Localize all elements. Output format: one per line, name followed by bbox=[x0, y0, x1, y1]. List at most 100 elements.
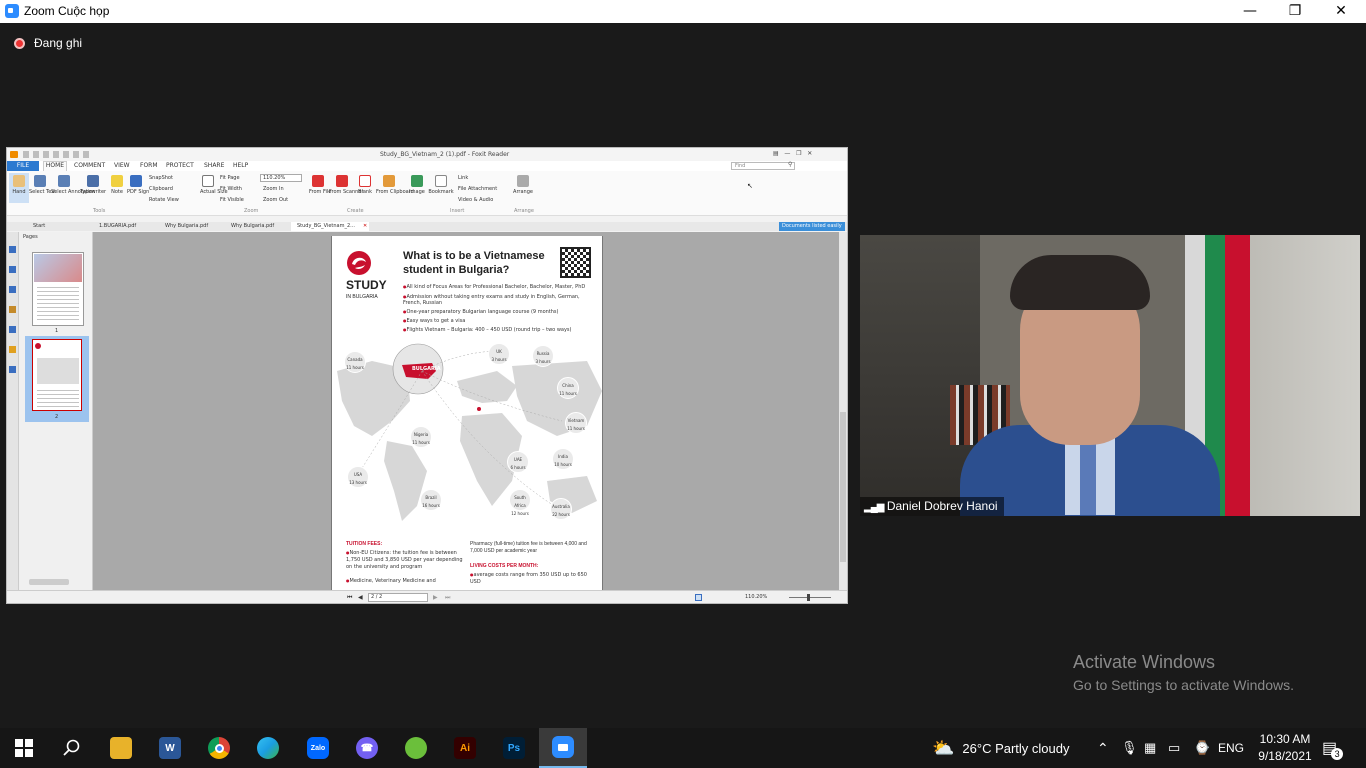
taskbar-edge[interactable] bbox=[244, 728, 292, 768]
taskbar-photoshop[interactable]: Ps bbox=[490, 728, 538, 768]
map-bulgaria-label: BULGARIA bbox=[412, 366, 441, 372]
page-thumbnail-2-selected[interactable]: 2 bbox=[25, 336, 89, 422]
arrange-icon bbox=[517, 175, 529, 187]
minimize-button[interactable]: — bbox=[1227, 0, 1273, 23]
page-number-input[interactable]: 2 / 2 bbox=[368, 593, 428, 602]
battery-icon[interactable]: ▭ bbox=[1168, 728, 1180, 768]
menu-home[interactable]: HOME bbox=[43, 161, 67, 171]
comments-nav-icon[interactable] bbox=[9, 306, 16, 313]
pdf-sign-tool[interactable]: PDF Sign bbox=[127, 175, 149, 195]
find-input[interactable]: Find bbox=[731, 162, 795, 170]
bookmarks-nav-icon[interactable] bbox=[9, 266, 16, 273]
taskbar-zalo[interactable]: Zalo bbox=[294, 728, 342, 768]
taskbar-zoom-active[interactable] bbox=[539, 728, 587, 768]
tab-bugaria[interactable]: 1.BUGARIA.pdf bbox=[99, 223, 136, 229]
image-button[interactable]: Image bbox=[408, 175, 426, 195]
bookmark-button[interactable]: Bookmark bbox=[428, 175, 454, 195]
menu-comment[interactable]: COMMENT bbox=[74, 162, 105, 169]
security-nav-icon[interactable] bbox=[9, 346, 16, 353]
word-icon: W bbox=[159, 737, 181, 759]
screen-share-icon[interactable]: ▦ bbox=[1144, 728, 1156, 768]
single-page-view-icon[interactable] bbox=[695, 594, 702, 601]
layers-nav-icon[interactable] bbox=[9, 286, 16, 293]
tab-why-bulgaria-2[interactable]: Why Bulgaria.pdf bbox=[231, 223, 274, 229]
start-button[interactable] bbox=[0, 728, 48, 768]
menu-file[interactable]: FILE bbox=[7, 161, 39, 171]
link-button[interactable]: Link bbox=[458, 175, 468, 181]
search-button[interactable] bbox=[48, 728, 96, 768]
menu-share[interactable]: SHARE bbox=[204, 162, 224, 169]
foxit-title-bar: Study_BG_Vietnam_2 (1).pdf - Foxit Reade… bbox=[7, 148, 847, 161]
from-scanner-button[interactable]: From Scanner bbox=[329, 175, 363, 195]
participant-video[interactable] bbox=[860, 235, 1360, 516]
snapshot-button[interactable]: SnapShot bbox=[149, 175, 173, 181]
previous-page-button[interactable]: ◀ bbox=[358, 594, 363, 601]
clock[interactable]: 10:30 AM 9/18/2021 bbox=[1252, 728, 1318, 768]
fit-width-button[interactable]: Fit Width bbox=[220, 186, 242, 192]
search-icon[interactable]: ⚲ bbox=[788, 161, 792, 168]
zoom-select[interactable]: 110.20% bbox=[260, 174, 302, 182]
hand-tool[interactable]: Hand bbox=[9, 173, 29, 203]
microphone-icon[interactable]: 🎙 bbox=[1121, 728, 1138, 768]
menu-protect[interactable]: PROTECT bbox=[166, 162, 194, 169]
language-indicator[interactable]: ENG bbox=[1218, 728, 1244, 768]
taskbar-word[interactable]: W bbox=[146, 728, 194, 768]
close-tab-icon[interactable]: ✕ bbox=[363, 223, 367, 229]
taskbar-viber[interactable]: ☎ bbox=[343, 728, 391, 768]
zoom-slider-thumb[interactable] bbox=[807, 594, 810, 601]
foxit-document-title: Study_BG_Vietnam_2 (1).pdf - Foxit Reade… bbox=[380, 151, 510, 158]
menu-view[interactable]: VIEW bbox=[114, 162, 130, 169]
signatures-nav-icon[interactable] bbox=[9, 366, 16, 373]
foxit-window-controls[interactable]: ▤ — ❐ ✕ bbox=[773, 150, 812, 157]
weather-widget[interactable]: ⛅ 26°C Partly cloudy bbox=[932, 728, 1070, 768]
select-text-tool[interactable]: Select Text bbox=[29, 175, 56, 195]
rotate-view-button[interactable]: Rotate View bbox=[149, 197, 179, 203]
fit-page-button[interactable]: Fit Page bbox=[220, 175, 240, 181]
from-file-button[interactable]: From File bbox=[309, 175, 331, 195]
blank-button[interactable]: Blank bbox=[357, 175, 373, 195]
actual-size-button[interactable]: Actual Size bbox=[200, 175, 228, 195]
attachments-nav-icon[interactable] bbox=[9, 326, 16, 333]
vertical-scrollbar[interactable] bbox=[839, 232, 847, 590]
scroll-thumb[interactable] bbox=[840, 412, 846, 562]
clipboard-button[interactable]: Clipboard bbox=[149, 186, 173, 192]
notifications-button[interactable]: ▤ 3 bbox=[1322, 728, 1344, 768]
from-clipboard-button[interactable]: From Clipboard bbox=[376, 175, 414, 195]
pages-panel-scrollbar[interactable] bbox=[29, 579, 69, 585]
folder-icon bbox=[110, 737, 132, 759]
zoom-out-button[interactable]: Zoom Out bbox=[263, 197, 288, 203]
tab-study-bg-vietnam[interactable]: Study_BG_Vietnam_2... bbox=[291, 222, 369, 231]
taskbar-chrome[interactable] bbox=[195, 728, 243, 768]
page-thumbnail-1[interactable] bbox=[32, 252, 84, 326]
tabs-right-badge[interactable]: Documents listed easily bbox=[779, 222, 845, 231]
group-label-insert: Insert bbox=[450, 208, 465, 214]
pages-nav-icon[interactable] bbox=[9, 246, 16, 253]
arrange-button[interactable]: Arrange bbox=[512, 175, 534, 195]
taskbar-illustrator[interactable]: Ai bbox=[441, 728, 489, 768]
tab-start[interactable]: Start bbox=[33, 223, 45, 229]
city-canada: Canada 11 hours bbox=[344, 351, 366, 373]
wifi-icon[interactable]: ⌚ bbox=[1194, 728, 1210, 768]
fit-visible-button[interactable]: Fit Visible bbox=[220, 197, 244, 203]
close-button[interactable]: ✕ bbox=[1318, 0, 1364, 23]
taskbar-file-explorer[interactable] bbox=[97, 728, 145, 768]
file-attachment-button[interactable]: File Attachment bbox=[458, 186, 497, 192]
select-annotation-tool[interactable]: Select Annotation bbox=[51, 175, 95, 195]
zoom-in-button[interactable]: Zoom In bbox=[263, 186, 284, 192]
bookmark-icon bbox=[435, 175, 447, 187]
restore-button[interactable]: ❐ bbox=[1272, 0, 1318, 23]
first-page-button[interactable]: ⏮ bbox=[347, 594, 352, 602]
zoom-slider[interactable] bbox=[789, 597, 831, 598]
note-tool[interactable]: Note bbox=[109, 175, 125, 195]
menu-help[interactable]: HELP bbox=[233, 162, 248, 169]
taskbar-coccoc[interactable] bbox=[392, 728, 440, 768]
menu-form[interactable]: FORM bbox=[140, 162, 158, 169]
quick-access-toolbar[interactable] bbox=[23, 151, 93, 158]
status-zoom-value[interactable]: 110.20% bbox=[745, 594, 767, 600]
show-hidden-icons-chevron-icon[interactable]: ⌃ bbox=[1097, 728, 1109, 768]
tab-why-bulgaria-1[interactable]: Why Bulgaria.pdf bbox=[165, 223, 208, 229]
video-audio-button[interactable]: Video & Audio bbox=[458, 197, 493, 203]
last-page-button[interactable]: ⏭ bbox=[445, 594, 450, 602]
next-page-button[interactable]: ▶ bbox=[433, 594, 438, 601]
typewriter-tool[interactable]: Typewriter bbox=[80, 175, 106, 195]
